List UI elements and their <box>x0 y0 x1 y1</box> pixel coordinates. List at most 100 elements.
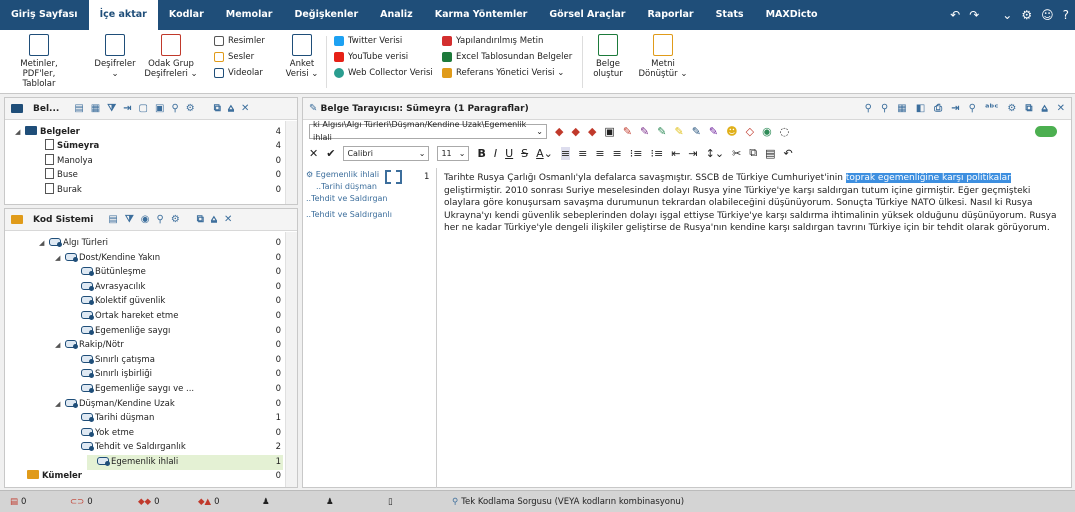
emoticode-icon[interactable]: ▣ <box>604 125 614 138</box>
code-path-select[interactable]: ki Algısı\Algı Türleri\Düşman/Kendine Uz… <box>309 120 547 142</box>
align-right-icon[interactable]: ≡ <box>595 147 604 160</box>
smiley-icon[interactable]: ☺ <box>1041 8 1054 22</box>
expand-icon[interactable]: ◢ <box>55 397 65 412</box>
sets-root[interactable]: Kümeler <box>27 469 82 484</box>
spellcheck-icon[interactable]: ᵃᵇᶜ <box>985 103 999 114</box>
status-users-icon[interactable]: ♟ <box>326 497 334 507</box>
documents-root[interactable]: ◢ Belgeler <box>15 125 80 140</box>
reference-manager-button[interactable]: Referans Yönetici Verisi ⌄ <box>442 68 564 78</box>
status-documents[interactable]: ▤ 0 <box>10 497 26 507</box>
expand-icon[interactable]: ◢ <box>55 251 65 266</box>
underline-icon[interactable]: U <box>505 147 513 160</box>
status-user-icon[interactable]: ♟ <box>262 497 270 507</box>
menu-memolar[interactable]: Memolar <box>215 0 284 30</box>
code-item[interactable]: ◢ Rakip/Nötr <box>5 338 124 353</box>
overview-icon[interactable]: ▦ <box>897 103 906 114</box>
youtube-button[interactable]: YouTube verisi <box>334 52 408 62</box>
undo-icon[interactable]: ↶ <box>950 8 960 22</box>
status-weights[interactable]: ◆▲ 0 <box>198 497 220 507</box>
web-collector-button[interactable]: Web Collector Verisi <box>334 68 433 78</box>
brush-icon[interactable]: ✔ <box>326 147 335 160</box>
cut-icon[interactable]: ✂ <box>732 147 741 160</box>
status-doc-icon[interactable]: ▯ <box>388 497 393 507</box>
coding-stripe[interactable]: ..Tehdit ve Saldırgan <box>306 194 388 203</box>
create-document-button[interactable]: Belge oluştur <box>588 30 628 79</box>
justify-icon[interactable]: ≡ <box>613 147 622 160</box>
expand-icon[interactable]: ◢ <box>55 338 65 353</box>
coding-stripe[interactable]: ⚙ Egemenlik ihlali <box>306 170 379 179</box>
search-icon[interactable]: ⚲ <box>171 103 178 114</box>
code-item[interactable]: Egemenliğe saygı ve ... <box>5 382 194 397</box>
activate-icon[interactable]: ▢ <box>139 103 148 114</box>
highlighter-yellow-icon[interactable]: ✎ <box>674 125 683 138</box>
document-item[interactable]: Manolya <box>45 153 93 169</box>
videos-button[interactable]: Videolar <box>214 68 263 78</box>
find-icon[interactable]: ⚲ <box>969 103 976 114</box>
code-item[interactable]: Sınırlı işbirliği <box>5 367 152 382</box>
gear-icon[interactable]: ⚙ <box>1007 103 1016 114</box>
coding-stripe[interactable]: ..Tarihi düşman <box>316 182 377 191</box>
collapse-icon[interactable]: ⩠ <box>211 214 217 225</box>
menu-raporlar[interactable]: Raporlar <box>636 0 704 30</box>
code-item[interactable]: ◢ Dost/Kendine Yakın <box>5 251 160 266</box>
print-icon[interactable]: ⎙ <box>934 103 942 114</box>
search-code-icon[interactable]: ⚲ <box>881 103 888 114</box>
images-button[interactable]: Resimler <box>214 36 265 46</box>
code-icon[interactable]: ◆ <box>555 125 563 138</box>
code-item[interactable]: Egemenlik ihlali <box>87 455 283 470</box>
menu-giris[interactable]: Giriş Sayfası <box>0 0 89 30</box>
deactivate-icon[interactable]: ▣ <box>155 103 164 114</box>
audio-button[interactable]: Sesler <box>214 52 254 62</box>
menu-ice-aktar[interactable]: İçe aktar <box>88 0 158 30</box>
help-icon[interactable]: ? <box>1063 8 1069 22</box>
gear-icon[interactable]: ⚙ <box>171 214 180 225</box>
search-icon[interactable]: ⚲ <box>865 103 872 114</box>
menu-gorsel[interactable]: Görsel Araçlar <box>538 0 636 30</box>
code-item[interactable]: Ortak hareket etme <box>5 309 178 324</box>
expand-icon[interactable]: ◢ <box>39 236 49 251</box>
code-item[interactable]: Yok etme <box>5 426 134 441</box>
code-item[interactable]: Bütünleşme <box>5 265 146 280</box>
highlighter-violet-icon[interactable]: ✎ <box>709 125 718 138</box>
export-icon[interactable]: ⇥ <box>951 103 959 114</box>
highlighter-purple-icon[interactable]: ✎ <box>640 125 649 138</box>
filter-icon[interactable]: ⧩ <box>125 214 134 225</box>
close-icon[interactable]: ✕ <box>241 103 249 114</box>
survey-data-button[interactable]: Anket Verisi ⌄ <box>282 30 322 79</box>
collapse-icon[interactable]: ⩠ <box>1042 103 1048 114</box>
highlighter-green-icon[interactable]: ✎ <box>657 125 666 138</box>
code-item[interactable]: Avrasyacılık <box>5 280 145 295</box>
status-codes[interactable]: ⊂⊃ 0 <box>70 497 93 507</box>
menu-degiskenler[interactable]: Değişkenler <box>283 0 369 30</box>
filter-icon[interactable]: ⧩ <box>107 103 116 114</box>
documents-scrollbar[interactable] <box>285 121 297 204</box>
numbering-icon[interactable]: ⁝≡ <box>650 147 663 160</box>
close-icon[interactable]: ✕ <box>1057 103 1065 114</box>
strike-icon[interactable]: S <box>521 147 528 160</box>
import-icon[interactable]: ⇥ <box>123 103 131 114</box>
uncode-icon[interactable]: ◇ <box>746 125 754 138</box>
highlighter-blue-icon[interactable]: ✎ <box>692 125 701 138</box>
menu-karma[interactable]: Karma Yöntemler <box>424 0 539 30</box>
split-view-icon[interactable]: ◧ <box>916 103 925 114</box>
undo-icon[interactable]: ↶ <box>784 147 793 160</box>
code-item[interactable]: Tarihi düşman <box>5 411 154 426</box>
menu-kodlar[interactable]: Kodlar <box>158 0 215 30</box>
gear-icon[interactable]: ⚙ <box>186 103 195 114</box>
twitter-button[interactable]: Twitter Verisi <box>334 36 402 46</box>
focus-group-button[interactable]: Odak Grup Deşifreleri ⌄ <box>144 30 198 79</box>
align-left-icon[interactable]: ≡ <box>560 146 571 160</box>
import-texts-button[interactable]: Metinler, PDF'ler, Tablolar <box>4 30 74 89</box>
code-item[interactable]: Sınırlı çatışma <box>5 353 155 368</box>
search-icon[interactable]: ⚲ <box>156 214 163 225</box>
undock-icon[interactable]: ⧉ <box>197 214 204 225</box>
close-icon[interactable]: ✕ <box>309 147 318 160</box>
convert-text-button[interactable]: Metni Dönüştür ⌄ <box>636 30 690 79</box>
coding-stripe[interactable]: ..Tehdit ve Saldırganlı <box>306 210 392 219</box>
menu-stats[interactable]: Stats <box>705 0 755 30</box>
collapse-icon[interactable]: ⩠ <box>228 103 234 114</box>
font-select[interactable]: Calibri ⌄ <box>343 145 430 161</box>
code-in-vivo-icon[interactable]: ◆ <box>571 125 579 138</box>
transcripts-button[interactable]: Deşifreler ⌄ <box>94 30 136 79</box>
code-item[interactable]: ◢ Algı Türleri <box>5 236 108 251</box>
